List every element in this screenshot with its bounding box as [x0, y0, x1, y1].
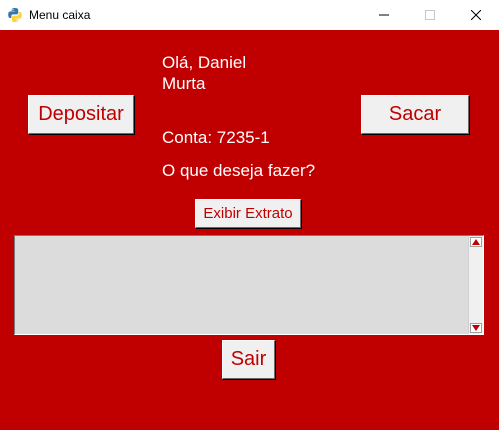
prompt-label: O que deseja fazer?: [162, 161, 316, 180]
greeting-label: Olá, Daniel Murta: [162, 53, 247, 93]
vertical-scrollbar[interactable]: [468, 236, 483, 334]
close-button[interactable]: [453, 0, 499, 30]
statement-textarea[interactable]: [14, 235, 484, 335]
deposit-button[interactable]: Depositar: [28, 95, 134, 134]
exit-button[interactable]: Sair: [222, 340, 275, 379]
triangle-up-icon: [472, 239, 480, 245]
minimize-button[interactable]: [361, 0, 407, 30]
scroll-down-button[interactable]: [470, 323, 482, 333]
maximize-button: [407, 0, 453, 30]
window-title: Menu caixa: [29, 8, 91, 22]
minimize-icon: [379, 14, 389, 16]
maximize-icon: [425, 10, 435, 20]
account-label: Conta: 7235-1: [162, 128, 270, 147]
triangle-down-icon: [472, 325, 480, 331]
title-bar[interactable]: Menu caixa: [0, 0, 499, 30]
withdraw-button[interactable]: Sacar: [361, 95, 469, 134]
scroll-up-button[interactable]: [470, 237, 482, 247]
close-icon: [471, 10, 481, 20]
python-icon: [7, 7, 23, 23]
show-statement-button[interactable]: Exibir Extrato: [195, 199, 301, 228]
